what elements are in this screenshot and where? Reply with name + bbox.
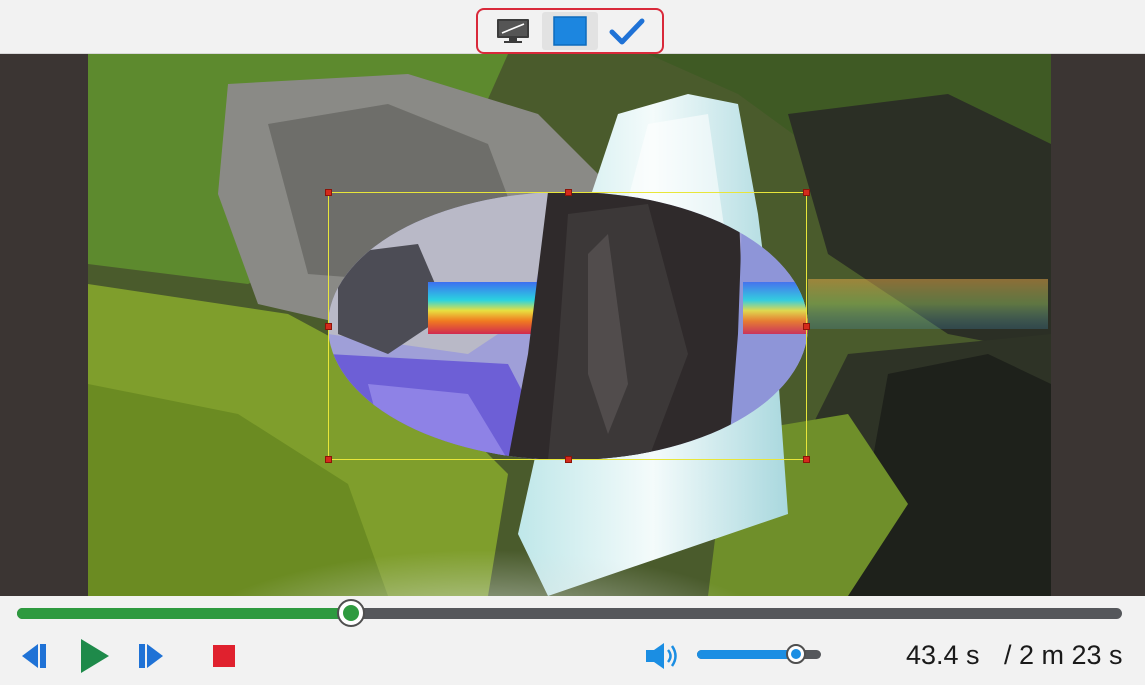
video-preview-area — [0, 54, 1145, 596]
volume-slider-thumb[interactable] — [786, 644, 807, 664]
resize-handle-top[interactable] — [565, 189, 572, 196]
resize-handle-bottom-left[interactable] — [325, 456, 332, 463]
total-duration: / 2 m 23 s — [1004, 640, 1123, 670]
mask-tool-group — [476, 8, 664, 54]
resize-handle-top-right[interactable] — [803, 189, 810, 196]
resize-handle-left[interactable] — [325, 323, 332, 330]
top-toolbar — [0, 0, 1145, 54]
volume-slider[interactable] — [697, 644, 821, 664]
mask-selection-box[interactable] — [325, 189, 810, 463]
next-frame-button[interactable] — [132, 636, 172, 676]
seek-bar-thumb[interactable] — [336, 599, 365, 627]
mask-shape-tool-button[interactable] — [542, 12, 598, 50]
resize-handle-bottom[interactable] — [565, 456, 572, 463]
playback-controls: 43.4 s / 2 m 23 s — [0, 596, 1145, 685]
monitor-icon — [497, 19, 529, 43]
current-time: 43.4 s — [906, 640, 980, 670]
previous-frame-icon — [22, 644, 46, 668]
seek-bar[interactable] — [17, 599, 1122, 627]
play-icon — [81, 639, 109, 673]
apply-button[interactable] — [599, 12, 655, 50]
seek-bar-progress — [17, 608, 351, 619]
stop-button[interactable] — [204, 636, 244, 676]
resize-handle-top-left[interactable] — [325, 189, 332, 196]
monitor-tool-button[interactable] — [485, 12, 541, 50]
next-frame-icon — [139, 644, 163, 668]
volume-icon — [646, 643, 677, 669]
volume-slider-level — [697, 650, 797, 659]
volume-button[interactable] — [642, 636, 682, 676]
previous-frame-button[interactable] — [13, 636, 53, 676]
play-button[interactable] — [74, 636, 114, 676]
resize-handle-right[interactable] — [803, 323, 810, 330]
blue-square-icon — [553, 16, 587, 46]
stop-icon — [213, 645, 235, 667]
checkmark-icon — [609, 18, 645, 45]
resize-handle-bottom-right[interactable] — [803, 456, 810, 463]
video-frame[interactable] — [88, 54, 1051, 596]
